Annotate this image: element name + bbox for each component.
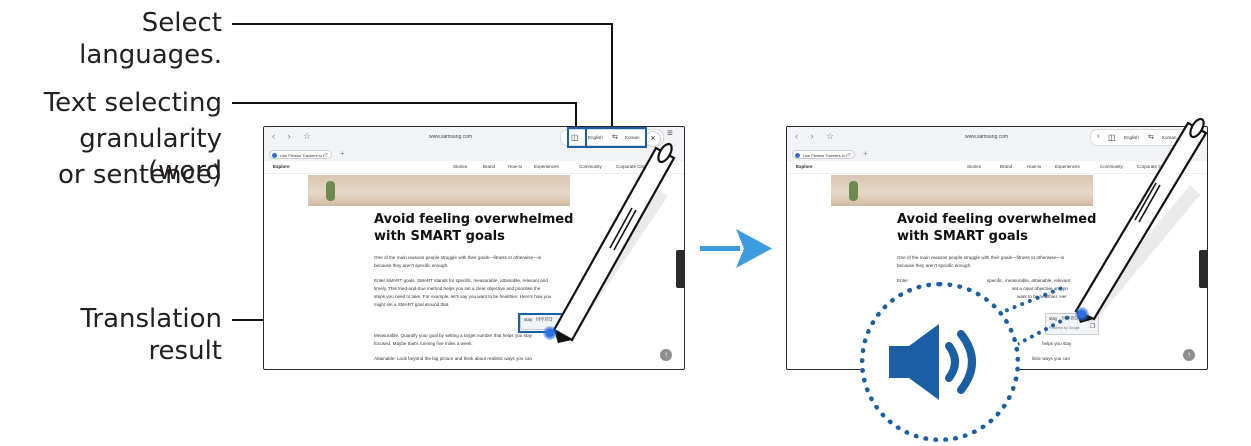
- leader-line-select-languages: [232, 23, 612, 25]
- s-pen-right: [1074, 117, 1208, 325]
- tab-title: Use Fitness Trackers to F...: [280, 153, 329, 158]
- url-text[interactable]: www.samsung.com: [429, 134, 472, 140]
- scroll-top-icon[interactable]: ↑: [1183, 349, 1195, 361]
- paragraph-line: Attainable: Look beyond the big picture …: [374, 356, 533, 361]
- tab-title: Use Fitness Trackers to F...: [803, 153, 852, 158]
- leader-line-granularity: [232, 102, 576, 104]
- menu-item-brand[interactable]: Brand: [1000, 161, 1012, 173]
- tab-close-icon[interactable]: ×: [325, 151, 328, 160]
- menu-item-how-to[interactable]: How-to: [508, 161, 522, 173]
- menu-explore[interactable]: Explore: [273, 161, 290, 173]
- callout-granularity-line3: or sentence): [58, 160, 222, 190]
- s-pen-left: [552, 142, 676, 343]
- paragraph-line: helps you stay: [1042, 341, 1072, 346]
- plant-graphic: [326, 181, 335, 201]
- plant-graphic: [849, 181, 858, 201]
- nav-back-forward-icons[interactable]: ‹ › ☆: [795, 131, 839, 142]
- callout-translation-result: Translation result: [80, 304, 222, 366]
- callout-select-languages: Select languages.: [79, 8, 222, 70]
- browser-tab[interactable]: Use Fitness Trackers to F... ×: [269, 150, 332, 159]
- new-tab-icon[interactable]: +: [340, 149, 345, 158]
- menu-item-stories[interactable]: Stories: [967, 161, 981, 173]
- tab-close-icon[interactable]: ×: [848, 151, 851, 160]
- pen-tip-highlight: [1075, 307, 1089, 321]
- menu-explore[interactable]: Explore: [796, 161, 813, 173]
- speaker-icon[interactable]: [887, 322, 997, 402]
- nav-back-forward-icons[interactable]: ‹ › ☆: [272, 131, 316, 142]
- menu-item-brand[interactable]: Brand: [483, 161, 495, 173]
- article-hero-image: [308, 175, 570, 206]
- scroll-top-icon[interactable]: ↑: [660, 349, 672, 361]
- tab-favicon-icon: [272, 153, 277, 158]
- menu-item-stories[interactable]: Stories: [453, 161, 467, 173]
- new-tab-icon[interactable]: +: [863, 149, 868, 158]
- pen-tip-highlight: [543, 326, 557, 340]
- article-heading-line2: with SMART goals: [897, 229, 1028, 244]
- callout-granularity-line1: Text selecting: [43, 88, 222, 118]
- leader-line-select-languages-drop: [611, 23, 613, 127]
- url-text[interactable]: www.samsung.com: [965, 134, 1008, 140]
- tab-favicon-icon: [795, 153, 800, 158]
- browser-tab[interactable]: Use Fitness Trackers to F... ×: [792, 150, 855, 159]
- speaker-zoom-circle: [860, 282, 1020, 442]
- article-heading-line2: with SMART goals: [374, 229, 505, 244]
- leader-line-granularity-drop: [575, 102, 577, 127]
- arrow-right-icon: [700, 229, 772, 268]
- paragraph-line: listic ways you can: [1032, 356, 1071, 361]
